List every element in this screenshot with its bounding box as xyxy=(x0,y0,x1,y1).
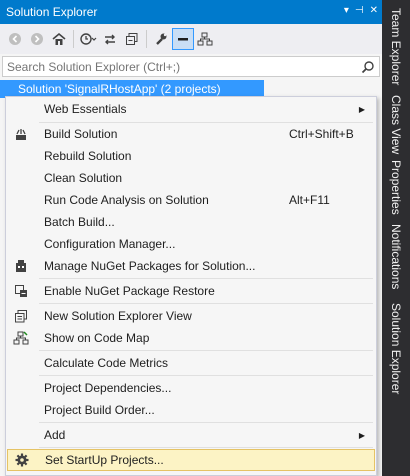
menu-item-manage-nuget[interactable]: Manage NuGet Packages for Solution... xyxy=(7,255,375,277)
menu-item-set-startup-projects[interactable]: Set StartUp Projects... xyxy=(7,449,375,471)
right-dock: Team Explorer Class View Properties Noti… xyxy=(383,0,410,476)
panel-toolbar xyxy=(0,24,382,54)
close-icon[interactable]: ✕ xyxy=(370,4,378,18)
code-map-icon[interactable] xyxy=(194,28,216,50)
tab-solution-explorer[interactable]: Solution Explorer xyxy=(389,303,403,394)
package-restore-icon xyxy=(7,284,35,298)
title-controls: ▾ ⊣ ✕ xyxy=(344,4,378,18)
collapse-all-icon[interactable] xyxy=(121,28,143,50)
pin-active-icon[interactable] xyxy=(172,28,194,50)
search-icon[interactable] xyxy=(357,60,379,74)
menu-item-label: Rebuild Solution xyxy=(44,149,132,163)
toolbar-separator xyxy=(146,30,147,48)
tree-root-label: Solution 'SignalRHostApp' (2 projects) xyxy=(18,82,221,96)
context-menu: Web Essentials ▶ Build Solution Ctrl+Shi… xyxy=(5,96,377,476)
menu-item-clean-solution[interactable]: Clean Solution xyxy=(7,167,375,189)
menu-item-project-build-order[interactable]: Project Build Order... xyxy=(7,399,375,421)
home-icon[interactable] xyxy=(48,28,70,50)
menu-item-label: Show on Code Map xyxy=(44,331,150,345)
tab-notifications[interactable]: Notifications xyxy=(389,224,403,289)
menu-separator xyxy=(39,447,373,448)
menu-item-label: Run Code Analysis on Solution xyxy=(44,193,209,207)
menu-item-label: Calculate Code Metrics xyxy=(44,356,169,370)
submenu-arrow-icon: ▶ xyxy=(358,430,365,440)
menu-item-label: Clean Solution xyxy=(44,171,123,185)
menu-item-show-on-code-map[interactable]: Show on Code Map xyxy=(7,327,375,349)
tab-class-view[interactable]: Class View xyxy=(389,95,403,154)
panel-titlebar: Solution Explorer ▾ ⊣ ✕ xyxy=(0,0,382,24)
menu-item-label: New Solution Explorer View xyxy=(44,309,192,323)
dropdown-icon[interactable]: ▾ xyxy=(344,4,349,18)
gear-icon xyxy=(8,453,36,467)
menu-item-project-dependencies[interactable]: Project Dependencies... xyxy=(7,377,375,399)
tab-team-explorer[interactable]: Team Explorer xyxy=(389,8,403,85)
menu-item-shortcut: Alt+F11 xyxy=(289,193,330,207)
sync-icon[interactable] xyxy=(99,28,121,50)
menu-separator xyxy=(39,303,373,304)
menu-item-configuration-manager[interactable]: Configuration Manager... xyxy=(7,233,375,255)
back-icon[interactable] xyxy=(4,28,26,50)
menu-item-label: Set StartUp Projects... xyxy=(45,453,164,467)
menu-separator xyxy=(39,422,373,423)
nuget-icon xyxy=(7,259,35,273)
search-box[interactable] xyxy=(2,56,380,77)
menu-item-label: Manage NuGet Packages for Solution... xyxy=(44,259,256,273)
menu-item-run-code-analysis[interactable]: Run Code Analysis on Solution Alt+F11 xyxy=(7,189,375,211)
menu-item-label: Add xyxy=(44,428,66,442)
menu-item-add[interactable]: Add ▶ xyxy=(7,424,375,446)
menu-item-label: Batch Build... xyxy=(44,215,115,229)
menu-separator xyxy=(39,375,373,376)
forward-icon[interactable] xyxy=(26,28,48,50)
menu-item-label: Web Essentials xyxy=(44,102,127,116)
menu-item-rebuild-solution[interactable]: Rebuild Solution xyxy=(7,145,375,167)
toolbar-separator xyxy=(73,30,74,48)
search-input[interactable] xyxy=(3,58,357,75)
menu-item-calculate-code-metrics[interactable]: Calculate Code Metrics xyxy=(7,352,375,374)
pin-icon[interactable]: ⊣ xyxy=(355,4,364,18)
menu-item-label: Enable NuGet Package Restore xyxy=(44,284,215,298)
menu-item-label: Configuration Manager... xyxy=(44,237,176,251)
history-icon[interactable] xyxy=(77,28,99,50)
panel-title: Solution Explorer xyxy=(6,5,98,19)
menu-separator xyxy=(39,278,373,279)
menu-separator xyxy=(39,350,373,351)
new-view-icon xyxy=(7,309,35,323)
menu-item-build-solution[interactable]: Build Solution Ctrl+Shift+B xyxy=(7,123,375,145)
menu-item-label: Build Solution xyxy=(44,127,118,141)
menu-item-label: Project Dependencies... xyxy=(44,381,172,395)
menu-item-shortcut: Ctrl+Shift+B xyxy=(289,127,354,141)
menu-item-new-solution-explorer-view[interactable]: New Solution Explorer View xyxy=(7,305,375,327)
menu-item-enable-nuget-restore[interactable]: Enable NuGet Package Restore xyxy=(7,280,375,302)
code-map-icon xyxy=(7,331,35,345)
menu-item-web-essentials[interactable]: Web Essentials ▶ xyxy=(7,98,375,120)
menu-item-batch-build[interactable]: Batch Build... xyxy=(7,211,375,233)
submenu-arrow-icon: ▶ xyxy=(358,104,365,114)
properties-wrench-icon[interactable] xyxy=(150,28,172,50)
tab-properties[interactable]: Properties xyxy=(389,160,403,215)
menu-item-label: Project Build Order... xyxy=(44,403,155,417)
build-icon xyxy=(7,127,35,141)
